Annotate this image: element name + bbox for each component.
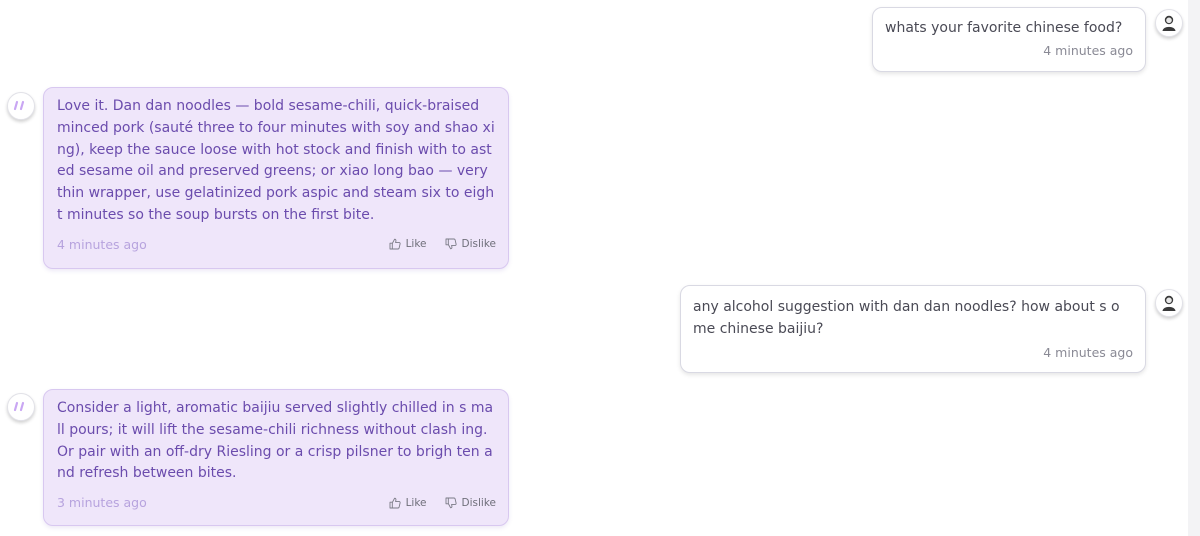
thumbs-up-icon [389,497,401,509]
thumbs-down-icon [445,497,457,508]
message-timestamp: 3 minutes ago [57,495,147,511]
assistant-message-2: Consider a light, aromatic baijiu served… [43,389,509,526]
assistant-message-1: Love it. Dan dan noodles — bold sesame-c… [43,87,509,269]
bot-avatar-icon [13,100,25,111]
user-avatar-icon [1162,295,1176,311]
like-label: Like [405,496,427,509]
like-label: Like [405,238,427,251]
like-button[interactable]: Like [389,238,427,250]
thumbs-up-icon [389,239,401,250]
user-avatar [1155,289,1183,317]
dislike-label: Dislike [461,496,496,509]
user-message-1: whats your favorite chinese food? 4 minu… [872,7,1146,72]
message-text: whats your favorite chinese food? [885,20,1123,36]
message-footer: 3 minutes ago Like Dislike [57,495,496,510]
user-avatar-icon [1162,15,1176,31]
message-timestamp: 4 minutes ago [57,236,147,252]
message-footer: 4 minutes ago Like Dislike [57,237,496,252]
user-message-2: any alcohol suggestion with dan dan nood… [680,285,1146,373]
thumbs-down-icon [445,238,457,250]
dislike-button[interactable]: Dislike [445,497,496,509]
message-text: Consider a light, aromatic baijiu served… [57,400,494,482]
message-text: any alcohol suggestion with dan dan nood… [693,299,1120,337]
like-button[interactable]: Like [389,497,427,509]
bot-avatar-icon [13,401,25,412]
dislike-button[interactable]: Dislike [445,238,496,250]
bot-avatar [7,92,35,120]
message-timestamp: 4 minutes ago [1043,345,1133,360]
chat-scrollbar[interactable] [1188,0,1200,536]
user-avatar [1155,9,1183,37]
bot-avatar [7,393,35,421]
dislike-label: Dislike [461,238,496,251]
message-text: Love it. Dan dan noodles — bold sesame-c… [57,98,495,223]
message-timestamp: 4 minutes ago [1043,43,1133,58]
